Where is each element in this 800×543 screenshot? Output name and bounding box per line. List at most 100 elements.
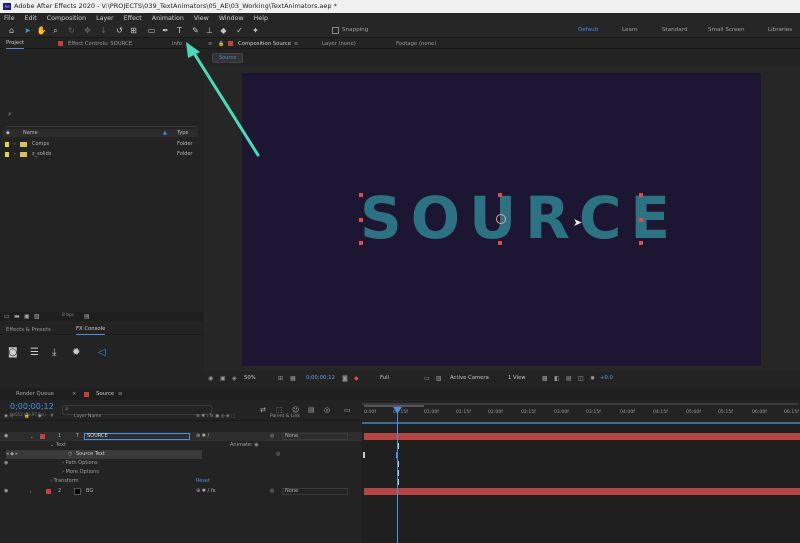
snapshot-icon[interactable]: ◙ (342, 372, 348, 385)
new-folder-icon[interactable]: ▬ (14, 313, 20, 320)
visibility-icon[interactable]: ◉ (4, 487, 8, 496)
new-composition-icon[interactable]: ▣ (24, 313, 30, 320)
canvas-text[interactable]: SOURCE (360, 185, 679, 251)
close-icon[interactable]: × (72, 391, 76, 397)
playhead[interactable] (397, 408, 398, 543)
workspace-small-screen[interactable]: Small Screen (708, 27, 745, 33)
pan-behind-tool-icon[interactable]: ⊞ (128, 26, 139, 36)
menu-edit[interactable]: Edit (25, 13, 37, 24)
layer-row[interactable]: ◉ › 2 BG ⊕ ✱ / fx ◎ None (0, 487, 362, 496)
download-icon[interactable]: ⤓ (52, 347, 56, 358)
trash-icon[interactable]: ▤ (84, 313, 90, 320)
tab-effect-controls[interactable]: Effect Controls: SOURCE (68, 39, 132, 49)
workspace-learn[interactable]: Learn (622, 27, 638, 33)
transform-handle[interactable] (639, 241, 643, 245)
resolution-dropdown[interactable]: Full (380, 372, 389, 385)
transparency-icon[interactable]: ▦ (290, 372, 296, 385)
layer-label-swatch[interactable] (40, 434, 45, 439)
always-preview-icon[interactable]: ◉ (208, 372, 213, 385)
timecode-display[interactable]: 0;00;00;12 (10, 402, 54, 411)
composition-canvas[interactable]: SOURCE ➤ (242, 73, 761, 366)
work-area-track[interactable] (362, 403, 798, 405)
tab-footage[interactable]: Footage (none) (396, 39, 436, 49)
tab-project[interactable]: Project (6, 39, 25, 49)
transform-handle[interactable] (639, 193, 643, 197)
animate-menu[interactable]: Animate: ◉ (230, 441, 259, 450)
layer-duration-bar[interactable] (364, 433, 800, 440)
snapping-checkbox[interactable] (332, 27, 339, 34)
transform-handle[interactable] (359, 218, 363, 222)
mask-visibility-icon[interactable]: ◈ (232, 372, 237, 385)
visibility-icon[interactable]: ◉ (4, 432, 8, 441)
transform-handle[interactable] (498, 241, 502, 245)
hand-tool-icon[interactable]: ✋ (36, 26, 47, 36)
home-icon[interactable]: ⌂ (6, 26, 17, 36)
layer-name[interactable]: SOURCE (84, 433, 190, 440)
camera-dropdown[interactable]: Active Camera (450, 372, 489, 385)
project-item[interactable]: › z_solids Folder (3, 150, 198, 158)
workspace-libraries[interactable]: Libraries (768, 27, 792, 33)
menu-layer[interactable]: Layer (96, 13, 114, 24)
flowchart-icon[interactable]: ◫ (578, 372, 584, 385)
tab-effects-presets[interactable]: Effects & Presets (6, 325, 51, 335)
camera-icon[interactable]: ◙ (8, 347, 18, 358)
parent-dropdown[interactable]: None (282, 433, 348, 440)
exposure-icon[interactable]: ✹ (590, 372, 595, 385)
exposure-value[interactable]: +0.0 (600, 372, 613, 385)
keyframe-nav-icon[interactable]: ◂ ◆ ▸ (6, 450, 18, 459)
layer-switches[interactable]: ⊕ ✱ / fx (196, 487, 216, 496)
puppet-pin-tool-icon[interactable]: ✦ (250, 26, 261, 36)
menu-view[interactable]: View (194, 13, 209, 24)
chevron-down-icon[interactable]: ⌄ (30, 432, 33, 441)
parent-dropdown[interactable]: None (282, 488, 348, 495)
chevron-right-icon[interactable]: › (30, 487, 32, 496)
menu-file[interactable]: File (4, 13, 15, 24)
fast-previews-icon[interactable]: ◧ (554, 372, 560, 385)
toggle-transparency-grid-icon[interactable]: ▧ (436, 372, 442, 385)
transform-handle[interactable] (639, 218, 643, 222)
tab-render-queue[interactable]: Render Queue (16, 391, 54, 397)
chevron-right-icon[interactable]: › (14, 140, 16, 148)
tab-menu-icon[interactable]: ≡ (294, 39, 298, 49)
dolly-tool-icon[interactable]: ↓ (98, 26, 109, 36)
keyframe-icon[interactable] (363, 452, 365, 458)
pickwhip-icon[interactable]: ◎ (270, 432, 274, 441)
column-layer-name[interactable]: Layer Name (74, 412, 101, 421)
layer-name[interactable]: BG (86, 487, 93, 496)
tab-source-timeline[interactable]: Source (96, 391, 114, 397)
zoom-tool-icon[interactable]: ⌕ (50, 26, 61, 36)
bpc-indicator[interactable]: 8 bpc (62, 313, 74, 318)
tab-menu-icon[interactable]: ≡ (118, 391, 122, 397)
current-time-readout[interactable]: 0;00;00;12 (306, 372, 335, 385)
column-parent-link[interactable]: Parent & Link (270, 412, 300, 421)
menu-composition[interactable]: Composition (47, 13, 86, 24)
animate-menu-icon[interactable]: ◉ (254, 442, 258, 448)
transform-handle[interactable] (359, 241, 363, 245)
region-of-interest-icon[interactable]: ▭ (424, 372, 430, 385)
clone-stamp-tool-icon[interactable]: ⊥ (204, 26, 215, 36)
layer-switches[interactable]: ⊕ ✱ / (196, 432, 209, 441)
visibility-icon[interactable]: ◉ (4, 459, 8, 468)
more-options-row[interactable]: › More Options (62, 468, 99, 477)
gear-icon[interactable]: ✹ (72, 347, 80, 358)
source-text-pickwhip-icon[interactable]: ◎ (276, 450, 280, 459)
rotate-tool-icon[interactable]: ↺ (114, 26, 125, 36)
chevron-right-icon[interactable]: › (14, 150, 16, 158)
pickwhip-icon[interactable]: ◎ (270, 487, 274, 496)
project-settings-icon[interactable]: ▨ (34, 313, 40, 320)
layer-label-swatch[interactable] (46, 489, 51, 494)
workspace-default[interactable]: Default (578, 27, 598, 33)
layer-duration-bar[interactable] (364, 488, 800, 495)
toggle-pixel-icon[interactable]: ▩ (542, 372, 548, 385)
channel-icon[interactable]: ◆ (354, 372, 359, 385)
layer-row[interactable]: ◉ ⌄ 1 T SOURCE ⊕ ✱ / ◎ None (0, 432, 362, 441)
text-group[interactable]: ⌄ Text (50, 441, 66, 450)
zoom-dropdown[interactable]: 50% (244, 372, 256, 385)
transform-row[interactable]: › Transform (50, 477, 78, 486)
eraser-tool-icon[interactable]: ◆ (218, 26, 229, 36)
tab-fx-console[interactable]: FX Console (76, 325, 106, 335)
brush-tool-icon[interactable]: ✎ (190, 26, 201, 36)
roto-brush-tool-icon[interactable]: ✓ (234, 26, 245, 36)
workspace-standard[interactable]: Standard (662, 27, 687, 33)
pen-tool-icon[interactable]: ✒ (160, 26, 171, 36)
